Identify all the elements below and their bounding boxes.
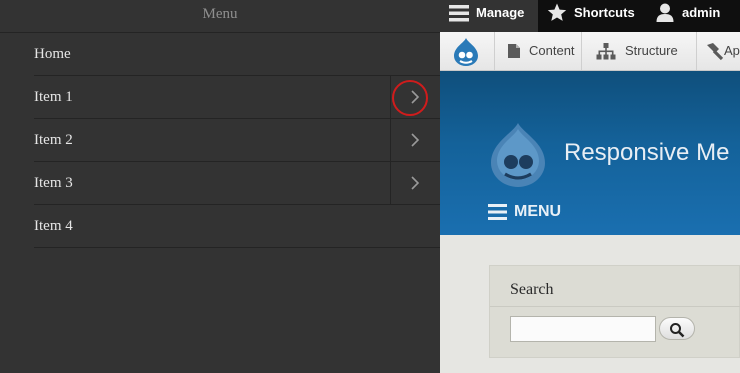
submenu-expand-button[interactable] [390, 119, 440, 161]
search-block-title: Search [510, 281, 554, 298]
star-icon [547, 3, 567, 21]
toolbar-user-label: admin [682, 5, 721, 20]
toolbar-shortcuts-tab[interactable]: Shortcuts [538, 0, 644, 32]
submenu-expand-button[interactable] [390, 162, 440, 204]
site-logo[interactable] [487, 121, 549, 189]
admin-toolbar: Manage Shortcuts admin [440, 0, 740, 32]
search-button[interactable] [659, 317, 695, 340]
user-icon [656, 3, 674, 22]
menu-item-item-1[interactable]: Item 1 [34, 76, 440, 119]
menu-item-home[interactable]: Home [34, 33, 440, 76]
toolbar-user-tab[interactable]: admin [654, 0, 740, 32]
search-icon [670, 322, 685, 337]
search-input[interactable] [510, 316, 656, 342]
menu-item-item-3[interactable]: Item 3 [34, 162, 440, 205]
tray-content-link[interactable]: Content [495, 32, 582, 70]
site-name[interactable]: Responsive Me [564, 139, 729, 167]
toolbar-manage-label: Manage [476, 5, 525, 20]
toolbar-manage-tab[interactable]: Manage [440, 0, 538, 32]
menu-item-item-4[interactable]: Item 4 [34, 205, 440, 248]
menu-item-label: Item 4 [34, 218, 73, 234]
site-header: Responsive Me MENU [440, 71, 740, 235]
menu-toggle-label: MENU [514, 203, 562, 220]
menu-item-label: Item 2 [34, 132, 73, 148]
toolbar-shortcuts-label: Shortcuts [574, 5, 635, 20]
toolbar-tray: Content Structure Ap [440, 32, 740, 71]
offcanvas-menu: Menu Home Item 1 Item 2 Item 3 Item 4 [0, 0, 440, 373]
chevron-right-icon [411, 176, 420, 190]
tray-home-button[interactable] [440, 32, 495, 70]
menu-item-item-2[interactable]: Item 2 [34, 119, 440, 162]
menu-item-label: Item 3 [34, 175, 73, 191]
drupal-drop-icon [454, 38, 478, 66]
sitemap-icon [596, 43, 616, 60]
menu-item-label: Home [34, 46, 71, 62]
chevron-right-icon [411, 133, 420, 147]
menu-title: Menu [0, 0, 440, 33]
tray-content-label: Content [529, 43, 575, 58]
main-content: Search [440, 235, 740, 373]
hamburger-icon [488, 204, 507, 220]
tray-appearance-link[interactable]: Ap [697, 32, 740, 70]
tray-appearance-label: Ap [724, 43, 740, 58]
hamburger-icon [449, 5, 469, 22]
tray-structure-link[interactable]: Structure [582, 32, 697, 70]
document-icon [508, 44, 520, 58]
paint-brush-icon [707, 43, 724, 61]
tray-structure-label: Structure [625, 43, 678, 58]
divider [490, 306, 740, 307]
menu-item-label: Item 1 [34, 89, 73, 105]
search-block: Search [489, 265, 740, 358]
highlight-circle [392, 80, 428, 116]
